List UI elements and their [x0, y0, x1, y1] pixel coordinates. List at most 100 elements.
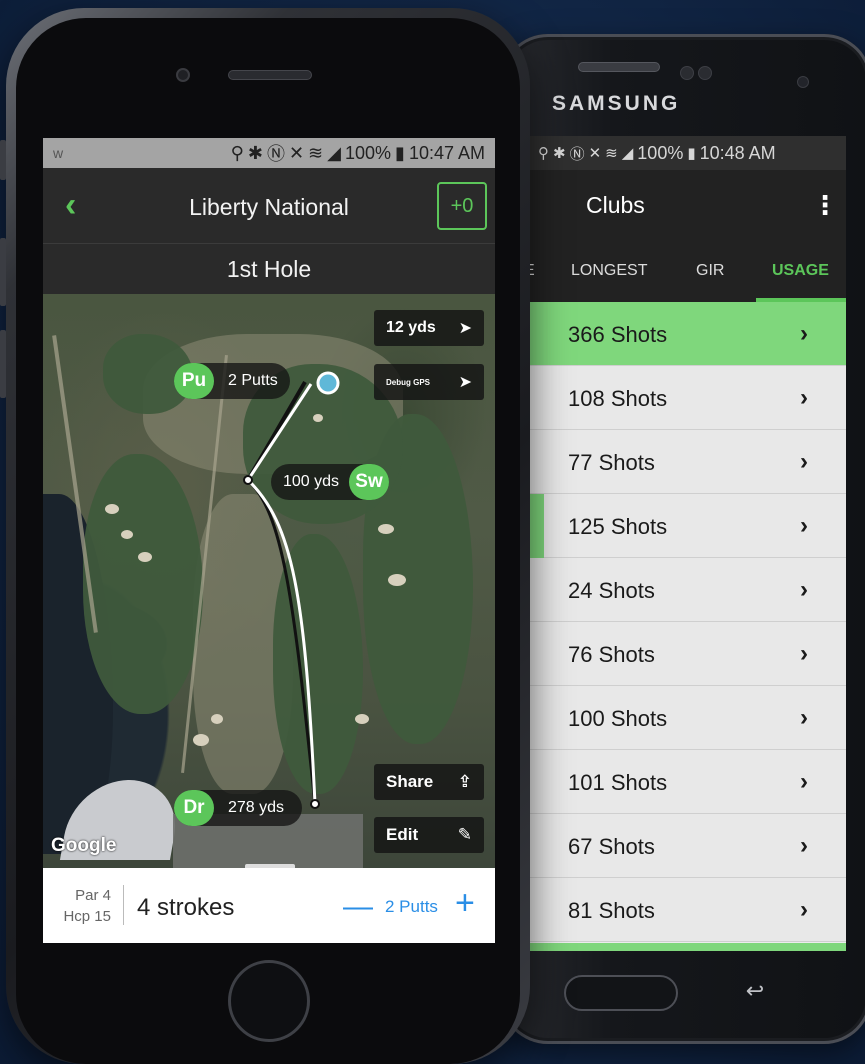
shot-count-label: 24 Shots: [568, 578, 655, 603]
shot-label-text: 278 yds: [228, 799, 285, 816]
list-item[interactable]: 100 Shots ›: [528, 686, 846, 750]
mute-switch: [0, 140, 6, 180]
volume-down-button: [0, 330, 6, 398]
chevron-right-icon: ›: [800, 640, 808, 667]
course-map[interactable]: Pu 2 Putts 100 yds Sw Dr 278 yds 12 yds …: [43, 294, 495, 868]
hole-score-bar: Par 4 Hcp 15 4 strokes — 2 Putts +: [43, 868, 495, 943]
course-title: Liberty National: [189, 194, 349, 220]
samsung-app-bar: Clubs ⋮: [528, 170, 846, 242]
samsung-status-bar: ⚲ ✱ Ⓝ ✕ ≋ ◢ 100% ▮ 10:48 AM: [528, 136, 846, 170]
list-item[interactable]: 77 Shots ›: [528, 430, 846, 494]
shot-count-label: 100 Shots: [568, 706, 668, 731]
more-vert-icon[interactable]: ⋮: [812, 190, 838, 221]
nfc-icon: Ⓝ: [266, 144, 285, 164]
list-item[interactable]: 125 Shots ›: [528, 494, 846, 558]
list-bottom-accent: [528, 943, 846, 951]
tab-longest[interactable]: LONGEST: [571, 262, 647, 280]
samsung-sensors: [680, 66, 720, 82]
usage-bar: [528, 494, 544, 558]
club-badge-sw: Sw: [349, 464, 389, 500]
shot-label-sw[interactable]: 100 yds Sw: [271, 464, 389, 500]
shot-count-label: 81 Shots: [568, 898, 655, 923]
battery-icon: ▮: [687, 145, 696, 162]
mute-icon: ✕: [588, 145, 602, 162]
bluetooth-icon: ✱: [553, 145, 566, 162]
shot-label-text: 2 Putts: [228, 372, 278, 389]
list-item[interactable]: 24 Shots ›: [528, 558, 846, 622]
hole-title: 1st Hole: [43, 244, 495, 294]
location-icon: ⚲: [230, 142, 244, 163]
share-icon: ⇪: [457, 772, 472, 791]
carrier-label: ᴡ: [53, 145, 64, 161]
android-back-icon[interactable]: ↩: [740, 978, 770, 1004]
list-item[interactable]: 76 Shots ›: [528, 622, 846, 686]
strokes-count[interactable]: 4 strokes: [137, 894, 234, 922]
iphone-speaker: [228, 70, 312, 80]
iphone-home-button[interactable]: [228, 960, 310, 1042]
bluetooth-icon: ✱: [247, 142, 263, 163]
shot-point: [243, 475, 253, 485]
edit-icon: ✎: [457, 825, 472, 844]
chevron-right-icon: ›: [800, 832, 808, 859]
chevron-right-icon: ›: [800, 896, 808, 923]
club-badge-dr: Dr: [174, 790, 214, 826]
navigation-arrow-icon: ➤: [458, 374, 472, 391]
signal-icon: ◢: [327, 142, 341, 163]
samsung-speaker: [578, 62, 660, 72]
debug-gps-button[interactable]: Debug GPS ➤: [374, 364, 484, 400]
map-attribution: Google: [51, 835, 117, 856]
list-item[interactable]: 366 Shots ›: [528, 302, 846, 366]
debug-gps-label: Debug GPS: [386, 377, 431, 387]
plus-icon[interactable]: +: [455, 884, 485, 923]
chevron-right-icon: ›: [800, 768, 808, 795]
battery-percent: 100%: [344, 142, 392, 163]
tab-usage[interactable]: USAGE: [772, 262, 829, 280]
shot-label-dr[interactable]: Dr 278 yds: [174, 790, 302, 826]
battery-icon: ▮: [395, 142, 405, 163]
location-icon: ⚲: [538, 145, 549, 162]
distance-label: 12 yds: [386, 319, 436, 336]
volume-up-button: [0, 238, 6, 306]
share-button[interactable]: Share ⇪: [374, 764, 484, 800]
pin-location: [316, 371, 340, 395]
distance-button[interactable]: 12 yds ➤: [374, 310, 484, 346]
wifi-icon: ≋: [605, 145, 618, 162]
list-item[interactable]: 81 Shots ›: [528, 878, 846, 942]
signal-icon: ◢: [621, 145, 634, 162]
battery-percent: 100%: [637, 142, 684, 163]
edit-button[interactable]: Edit ✎: [374, 817, 484, 853]
iphone-status-bar: ᴡ ⚲ ✱ Ⓝ ✕ ≋ ◢ 100% ▮ 10:47 AM: [43, 138, 495, 168]
list-item[interactable]: 101 Shots ›: [528, 750, 846, 814]
nfc-icon: Ⓝ: [569, 145, 585, 163]
par-info: Par 4 Hcp 15: [55, 885, 111, 927]
samsung-home-button[interactable]: [564, 975, 678, 1011]
club-badge-pu: Pu: [174, 363, 214, 399]
chevron-right-icon: ›: [800, 576, 808, 603]
chevron-right-icon: ›: [800, 512, 808, 539]
iphone-app-bar: ‹ Liberty National +0: [43, 168, 495, 244]
status-time: 10:47 AM: [408, 142, 485, 163]
tab-bar: E LONGEST GIR USAGE: [528, 242, 846, 302]
list-item[interactable]: 67 Shots ›: [528, 814, 846, 878]
shot-count-label: 76 Shots: [568, 642, 655, 667]
shot-count-label: 77 Shots: [568, 450, 655, 475]
list-item[interactable]: 108 Shots ›: [528, 366, 846, 430]
hcp-label: Hcp 15: [63, 908, 111, 925]
samsung-camera: [797, 76, 809, 88]
chevron-right-icon: ›: [800, 384, 808, 411]
shot-count-label: 125 Shots: [568, 514, 668, 539]
status-time: 10:48 AM: [699, 142, 776, 163]
iphone-front-camera: [176, 68, 190, 82]
minus-icon[interactable]: —: [343, 890, 373, 924]
shot-label-putts[interactable]: Pu 2 Putts: [174, 363, 290, 399]
shot-count-label: 366 Shots: [568, 322, 668, 347]
edit-label: Edit: [386, 825, 419, 844]
samsung-brand-logo: SAMSUNG: [552, 92, 681, 115]
wifi-icon: ≋: [308, 142, 324, 163]
page-title: Clubs: [586, 192, 645, 218]
score-button[interactable]: +0: [437, 182, 487, 230]
shot-point: [310, 799, 320, 809]
par-label: Par 4: [75, 887, 111, 904]
putts-count: 2 Putts: [385, 897, 438, 916]
tab-gir[interactable]: GIR: [696, 262, 724, 280]
